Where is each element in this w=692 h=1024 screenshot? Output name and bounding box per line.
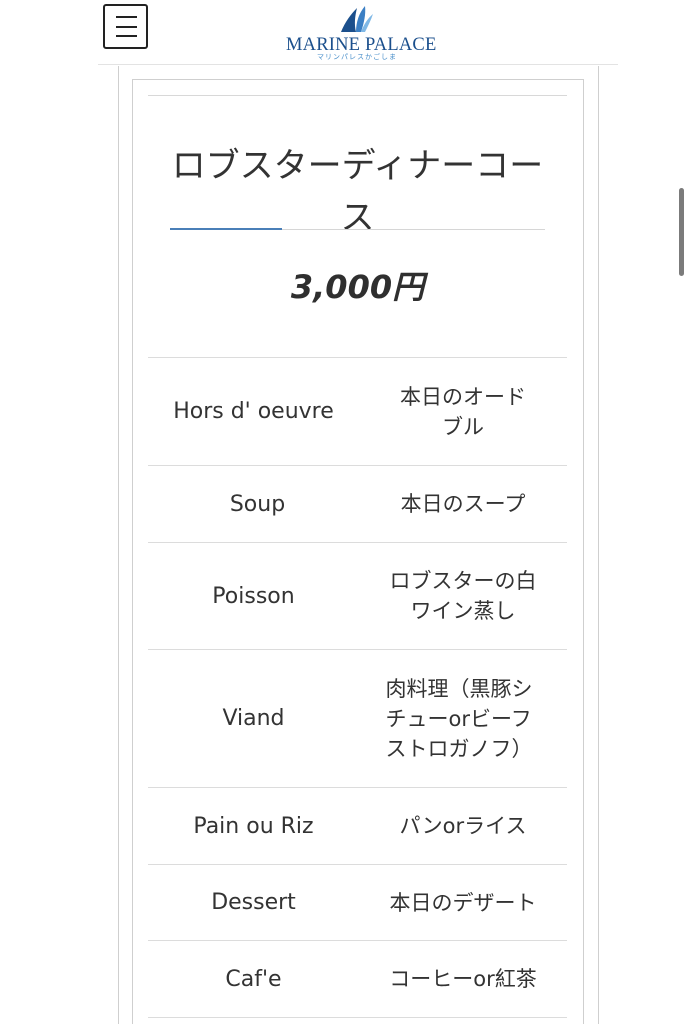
menu-item-en: Caf'e (225, 966, 282, 992)
menu-row: Pain ou Riz パンorライス (148, 787, 567, 864)
menu-item-ja: 本日のデザート (359, 865, 567, 940)
menu-item-en: Poisson (212, 583, 295, 609)
menu-row: Hors d' oeuvre 本日のオードブル (148, 357, 567, 465)
title-divider-accent (170, 228, 282, 230)
menu-item-ja-text: ロブスターの白ワイン蒸し (389, 569, 537, 623)
menu-item-ja: 本日のスープ (359, 466, 567, 542)
menu-item-en: Pain ou Riz (193, 813, 314, 839)
menu-item-ja: ロブスターの白ワイン蒸し (359, 543, 567, 649)
course-price: 3,000円 (290, 268, 425, 306)
hamburger-menu-button[interactable] (103, 4, 148, 49)
menu-item-ja-text: 本日のオードブル (400, 384, 526, 439)
menu-item-en: Hors d' oeuvre (173, 399, 334, 424)
menu-table: Hors d' oeuvre 本日のオードブル Soup 本日のスープ Pois… (148, 357, 567, 1018)
menu-item-ja: 肉料理（黒豚シチューorビーフストロガノフ） (359, 650, 567, 787)
menu-item-ja-text: コーヒーor紅茶 (389, 967, 537, 991)
site-header: MARINE PALACE マリンパレスかごしま (0, 0, 692, 64)
menu-item-ja: パンorライス (359, 788, 567, 864)
menu-bar-icon (116, 35, 137, 37)
menu-item-ja-text: 本日のスープ (400, 492, 526, 516)
header-divider (98, 64, 618, 65)
menu-item-en: Dessert (211, 890, 296, 915)
logo-subtext: マリンパレスかごしま (317, 53, 397, 61)
menu-item-ja-text: 肉料理（黒豚シチューorビーフストロガノフ） (385, 676, 533, 761)
menu-item-ja: コーヒーor紅茶 (359, 941, 567, 1017)
menu-item-ja-text: パンorライス (399, 814, 527, 838)
menu-row: Soup 本日のスープ (148, 465, 567, 542)
menu-item-en: Viand (222, 706, 285, 731)
menu-item-ja-text: 本日のデザート (389, 890, 537, 915)
menu-item-ja: 本日のオードブル (359, 358, 567, 465)
page: MARINE PALACE マリンパレスかごしま ロブスターディナーコース 3,… (0, 0, 692, 1024)
menu-row: Poisson ロブスターの白ワイン蒸し (148, 542, 567, 649)
top-divider (148, 95, 567, 96)
page-scrollbar[interactable] (679, 188, 684, 276)
menu-bar-icon (116, 25, 137, 28)
menu-item-en: Soup (229, 491, 286, 517)
sail-logo-icon (341, 6, 373, 32)
menu-row: Caf'e コーヒーor紅茶 (148, 940, 567, 1018)
menu-row: Viand 肉料理（黒豚シチューorビーフストロガノフ） (148, 649, 567, 787)
menu-bar-icon (116, 16, 137, 18)
site-logo[interactable]: MARINE PALACE マリンパレスかごしま (286, 4, 436, 62)
menu-row: Dessert 本日のデザート (148, 864, 567, 940)
